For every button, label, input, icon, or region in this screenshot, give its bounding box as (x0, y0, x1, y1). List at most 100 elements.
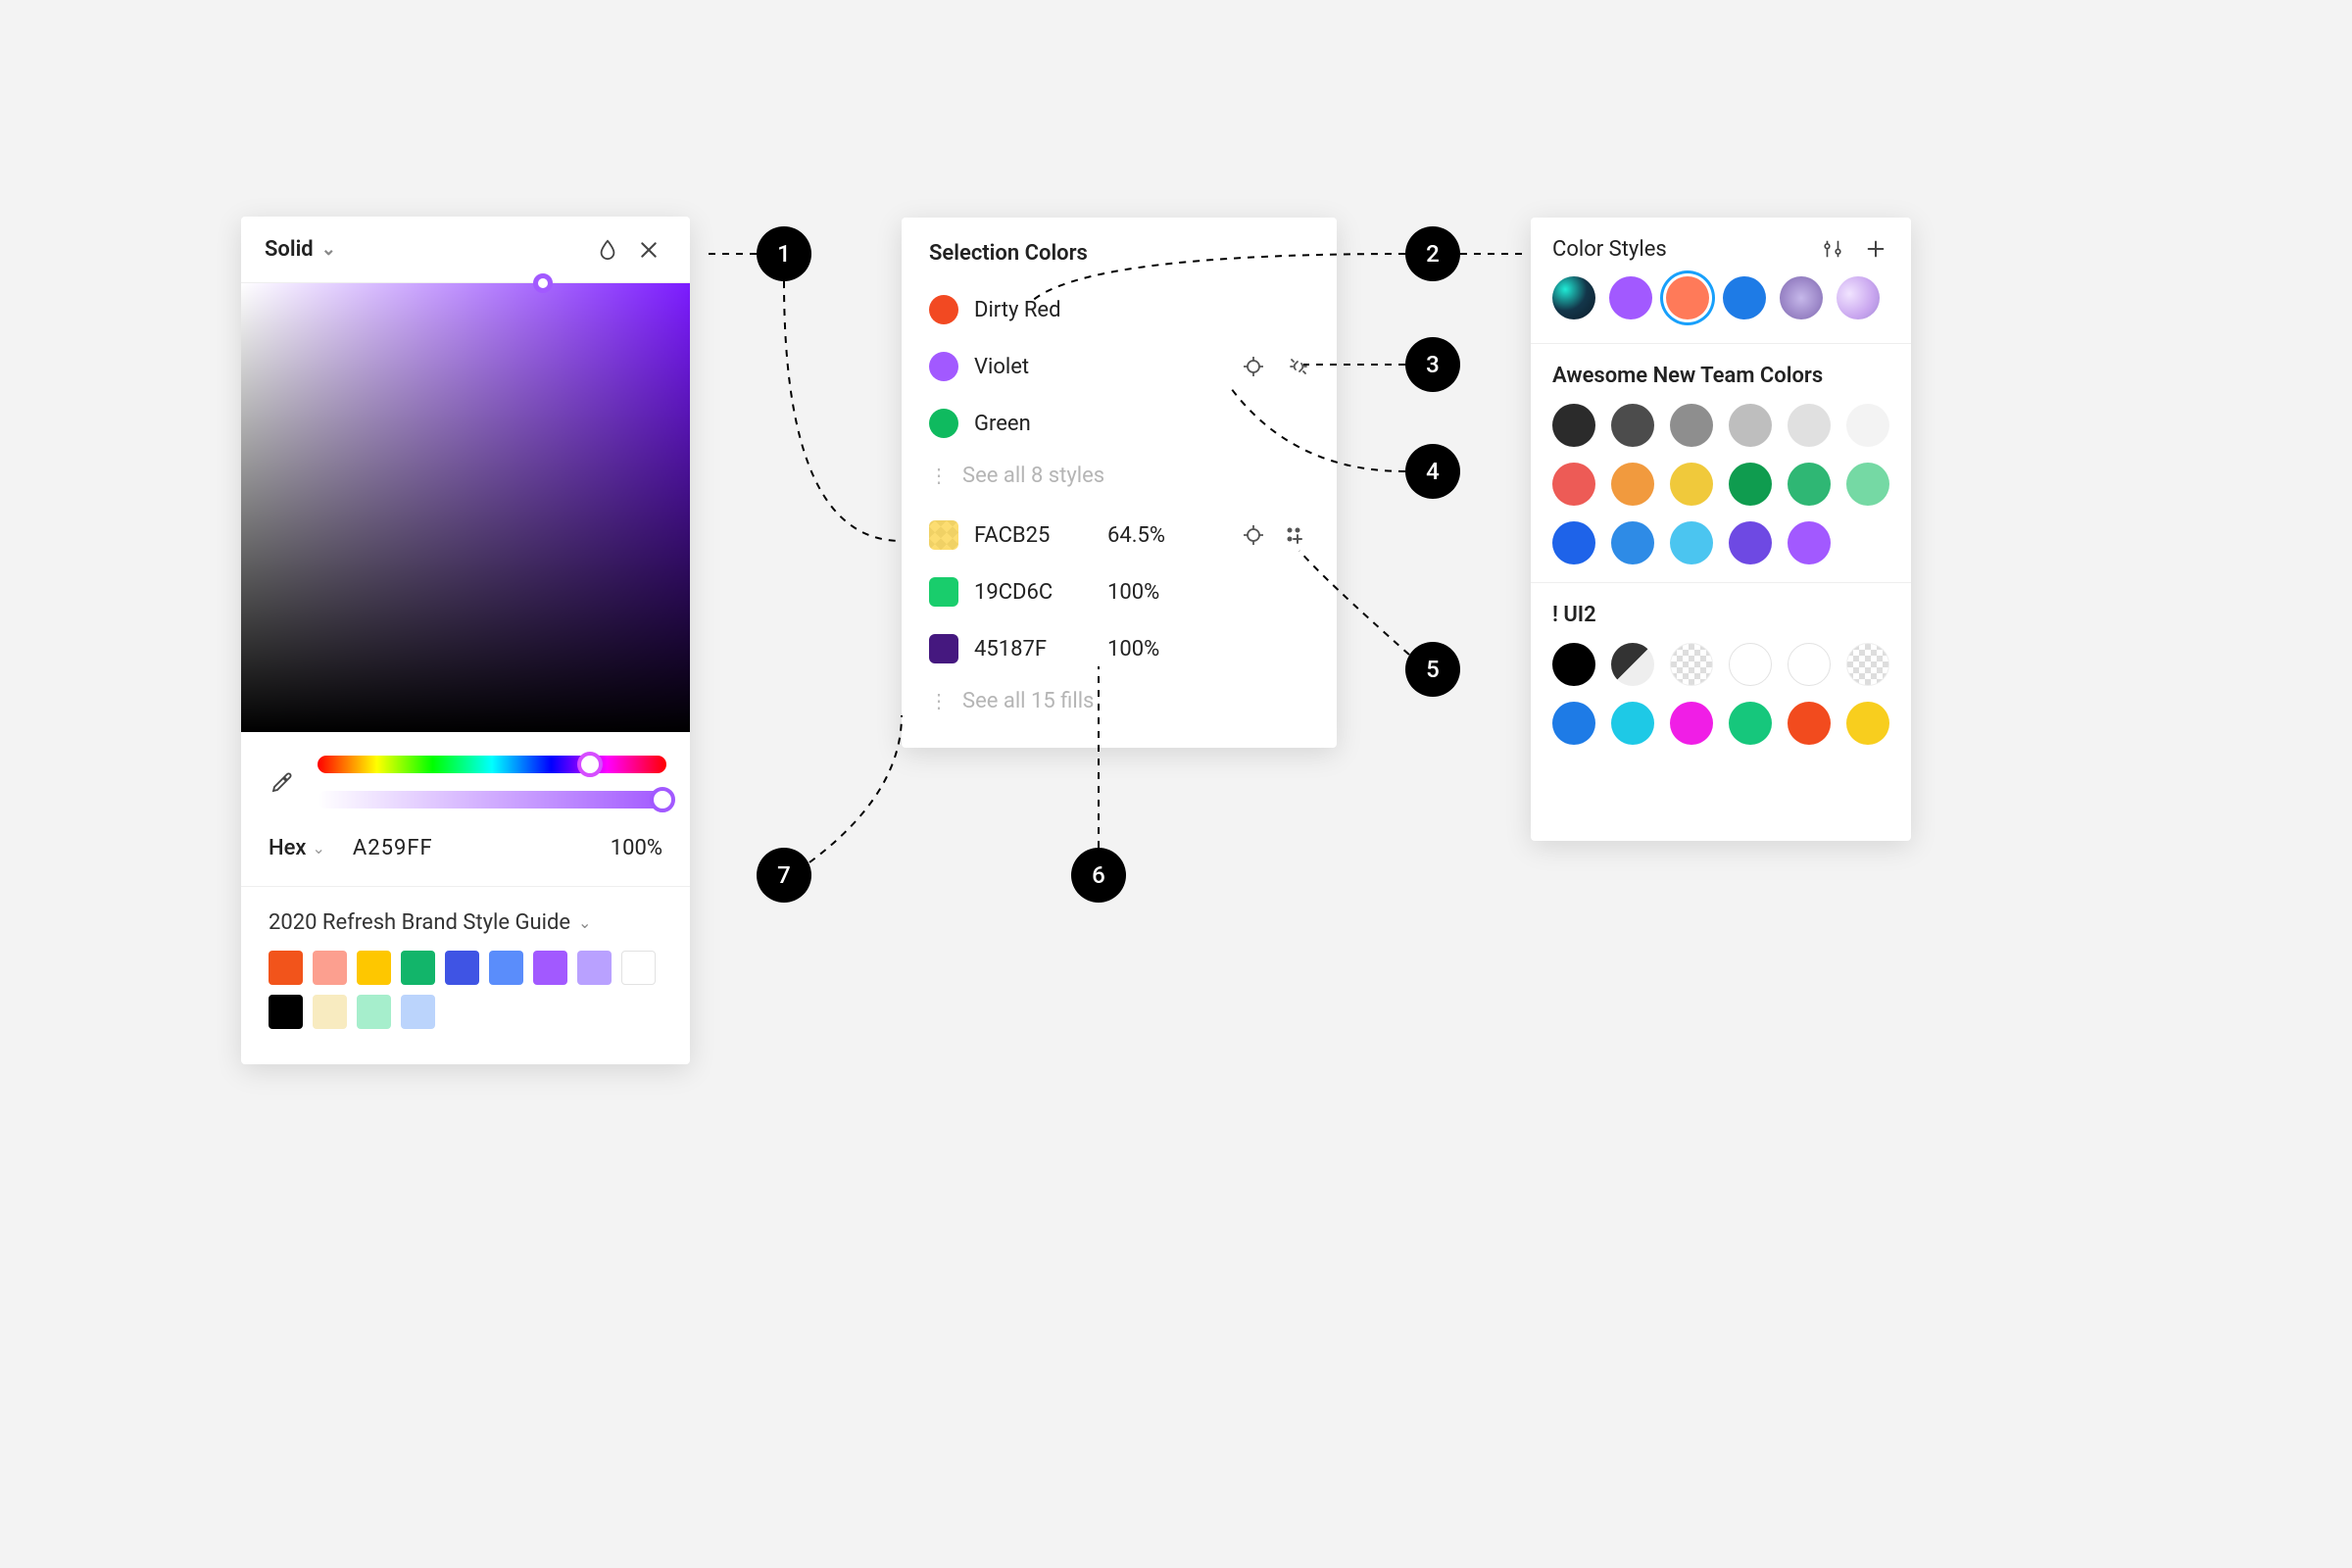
style-name-label: Dirty Red (974, 298, 1313, 322)
color-style-group: Awesome New Team Colors (1531, 343, 1911, 582)
color-style-swatch[interactable] (1837, 276, 1880, 319)
color-style-swatch[interactable] (1552, 463, 1595, 506)
alpha-thumb[interactable] (650, 787, 675, 812)
color-style-swatch[interactable] (1780, 276, 1823, 319)
color-style-swatch[interactable] (1670, 521, 1713, 564)
style-swatch (929, 409, 958, 438)
target-icon[interactable] (1239, 352, 1268, 381)
library-swatch[interactable] (577, 951, 612, 985)
selection-style-row[interactable]: Dirty Red (902, 281, 1337, 338)
color-style-swatch[interactable] (1609, 276, 1652, 319)
selection-colors-panel: Selection Colors Dirty Red Violet Green (902, 218, 1337, 748)
color-style-swatch[interactable] (1611, 404, 1654, 447)
color-style-swatch[interactable] (1723, 276, 1766, 319)
color-style-swatch[interactable] (1552, 643, 1595, 686)
create-style-icon[interactable] (1284, 520, 1313, 550)
color-style-swatch[interactable] (1846, 643, 1889, 686)
detach-style-icon[interactable] (1284, 352, 1313, 381)
fill-hex-label: 45187F (974, 637, 1092, 662)
color-style-group-title: Awesome New Team Colors (1552, 364, 1889, 388)
see-all-styles-link[interactable]: ⋮ See all 8 styles (902, 452, 1337, 499)
color-style-swatch[interactable] (1788, 521, 1831, 564)
style-name-label: Green (974, 412, 1313, 436)
library-swatch[interactable] (357, 951, 391, 985)
hex-input[interactable]: A259FF (353, 836, 583, 860)
library-swatch[interactable] (621, 951, 656, 985)
color-style-swatch[interactable] (1666, 276, 1709, 319)
saturation-value-field[interactable] (241, 283, 690, 732)
fill-opacity-label: 100% (1107, 637, 1186, 662)
fill-type-dropdown[interactable]: Solid ⌄ (265, 237, 336, 262)
callout-badge-6: 6 (1071, 848, 1126, 903)
selection-fill-row[interactable]: FACB25 64.5% (902, 507, 1337, 564)
color-style-swatch[interactable] (1729, 404, 1772, 447)
color-styles-title: Color Styles (1552, 237, 1803, 262)
style-swatch (929, 352, 958, 381)
library-swatch[interactable] (269, 995, 303, 1029)
color-format-label: Hex (269, 836, 306, 860)
opacity-input[interactable]: 100% (611, 836, 662, 860)
library-swatch[interactable] (489, 951, 523, 985)
color-style-swatch[interactable] (1611, 521, 1654, 564)
color-style-group: ! UI2 (1531, 582, 1911, 762)
fill-swatch (929, 577, 958, 607)
color-style-swatch[interactable] (1611, 463, 1654, 506)
blend-mode-icon[interactable] (590, 232, 625, 268)
color-style-swatch[interactable] (1788, 643, 1831, 686)
see-all-fills-link[interactable]: ⋮ See all 15 fills (902, 677, 1337, 724)
color-style-swatch[interactable] (1788, 463, 1831, 506)
color-style-swatch[interactable] (1846, 702, 1889, 745)
add-style-icon[interactable] (1862, 235, 1889, 263)
fill-swatch (929, 634, 958, 663)
hue-thumb[interactable] (577, 752, 603, 777)
color-style-swatch[interactable] (1611, 702, 1654, 745)
library-swatch[interactable] (533, 951, 567, 985)
color-style-swatch[interactable] (1729, 643, 1772, 686)
selection-fill-row[interactable]: 19CD6C 100% (902, 564, 1337, 620)
target-icon[interactable] (1239, 520, 1268, 550)
style-name-label: Violet (974, 355, 1223, 379)
color-style-swatch[interactable] (1552, 702, 1595, 745)
color-style-swatch[interactable] (1670, 463, 1713, 506)
color-style-swatch[interactable] (1552, 521, 1595, 564)
color-style-swatch[interactable] (1788, 702, 1831, 745)
callout-badge-7: 7 (757, 848, 811, 903)
close-icon[interactable] (631, 232, 666, 268)
library-swatch[interactable] (401, 951, 435, 985)
color-style-swatch[interactable] (1552, 404, 1595, 447)
filter-icon[interactable] (1819, 235, 1846, 263)
color-style-swatch[interactable] (1611, 643, 1654, 686)
selection-fill-row[interactable]: 45187F 100% (902, 620, 1337, 677)
color-style-swatch[interactable] (1729, 702, 1772, 745)
color-style-group-title: ! UI2 (1552, 603, 1889, 627)
library-swatch[interactable] (445, 951, 479, 985)
selection-style-row[interactable]: Green (902, 395, 1337, 452)
fill-opacity-label: 64.5% (1107, 523, 1186, 548)
color-style-swatch[interactable] (1670, 702, 1713, 745)
color-style-swatch[interactable] (1846, 463, 1889, 506)
library-swatch[interactable] (401, 995, 435, 1029)
see-all-styles-label: See all 8 styles (962, 464, 1104, 488)
library-swatch[interactable] (313, 995, 347, 1029)
callout-badge-4: 4 (1405, 444, 1460, 499)
color-style-swatch[interactable] (1670, 643, 1713, 686)
library-swatch[interactable] (313, 951, 347, 985)
eyedropper-icon[interactable] (265, 764, 300, 800)
hue-slider[interactable] (318, 756, 666, 773)
fill-hex-label: 19CD6C (974, 580, 1092, 605)
library-swatch[interactable] (269, 951, 303, 985)
fill-hex-label: FACB25 (974, 523, 1092, 548)
color-style-swatch[interactable] (1552, 276, 1595, 319)
sv-cursor[interactable] (533, 273, 553, 293)
library-dropdown[interactable]: 2020 Refresh Brand Style Guide ⌄ (269, 910, 662, 935)
color-style-swatch[interactable] (1846, 404, 1889, 447)
color-style-swatch[interactable] (1670, 404, 1713, 447)
color-style-swatch[interactable] (1729, 521, 1772, 564)
more-icon: ⋮ (929, 691, 949, 710)
color-format-dropdown[interactable]: Hex ⌄ (269, 836, 325, 860)
color-style-swatch[interactable] (1788, 404, 1831, 447)
alpha-slider[interactable] (318, 791, 666, 808)
selection-style-row[interactable]: Violet (902, 338, 1337, 395)
color-style-swatch[interactable] (1729, 463, 1772, 506)
library-swatch[interactable] (357, 995, 391, 1029)
